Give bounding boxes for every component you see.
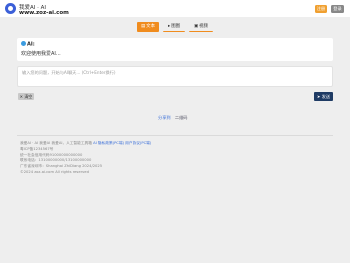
ai-label-text: AI: bbox=[27, 41, 35, 48]
send-icon: ➤ bbox=[316, 94, 321, 99]
top-header: 我爱AI · AI www.zoz-ai.com 注册 登录 bbox=[0, 0, 350, 17]
register-button[interactable]: 注册 bbox=[315, 5, 327, 13]
trash-icon: ✕ bbox=[19, 94, 24, 99]
divider bbox=[17, 135, 333, 136]
text-icon: ▤ bbox=[141, 24, 146, 29]
site-url[interactable]: www.zoz-ai.com bbox=[19, 10, 69, 16]
tab-image[interactable]: ▸图图 bbox=[163, 22, 185, 32]
footer-line-1-text: 我爱AI · AI 我爱AI 我爱AI，人工智能工具箱 bbox=[20, 141, 94, 145]
share-link[interactable]: 分享到 bbox=[158, 115, 171, 120]
chat-input[interactable]: 输入您的问题，开始与AI聊天... (Ctrl+Enter换行) bbox=[17, 66, 333, 87]
tab-text[interactable]: ▤文本 bbox=[137, 22, 159, 32]
chat-input-placeholder: 输入您的问题，开始与AI聊天... (Ctrl+Enter换行) bbox=[22, 70, 116, 75]
ai-message-card: AI: 欢迎使用我爱AI... bbox=[17, 38, 333, 61]
logo-icon[interactable] bbox=[5, 3, 16, 14]
send-label: 发送 bbox=[321, 94, 331, 99]
tab-image-label: 图图 bbox=[171, 24, 180, 29]
share-row: 分享到 二维码 bbox=[158, 115, 191, 121]
footer-line-1: 我爱AI · AI 我爱AI 我爱AI，人工智能工具箱 AI 隐私政策(PC端)… bbox=[20, 141, 151, 147]
send-button[interactable]: ➤ 发送 bbox=[314, 92, 333, 101]
ai-label: AI: bbox=[21, 41, 35, 48]
footer: 我爱AI · AI 我爱AI 我爱AI，人工智能工具箱 AI 隐私政策(PC端)… bbox=[20, 141, 151, 176]
footer-policy-links[interactable]: AI 隐私政策(PC端) 用户协议(PC端) bbox=[93, 141, 151, 145]
footer-line-6: ©2024 zoz-ai.com All rights reserved bbox=[20, 169, 89, 174]
ai-welcome-text: 欢迎使用我爱AI... bbox=[21, 51, 61, 57]
tab-video[interactable]: ▣视频 bbox=[189, 22, 213, 32]
qrcode-link[interactable]: 二维码 bbox=[175, 115, 188, 120]
image-icon: ▸ bbox=[167, 24, 171, 29]
tab-text-label: 文本 bbox=[146, 24, 155, 29]
tab-video-label: 视频 bbox=[199, 24, 208, 29]
login-button[interactable]: 登录 bbox=[331, 5, 344, 13]
ai-avatar-icon bbox=[21, 41, 26, 46]
video-icon: ▣ bbox=[194, 24, 199, 29]
mode-tabs: ▤文本 ▸图图 ▣视频 bbox=[137, 22, 213, 32]
clear-label: 清空 bbox=[24, 94, 33, 99]
clear-button[interactable]: ✕ 清空 bbox=[18, 93, 34, 100]
